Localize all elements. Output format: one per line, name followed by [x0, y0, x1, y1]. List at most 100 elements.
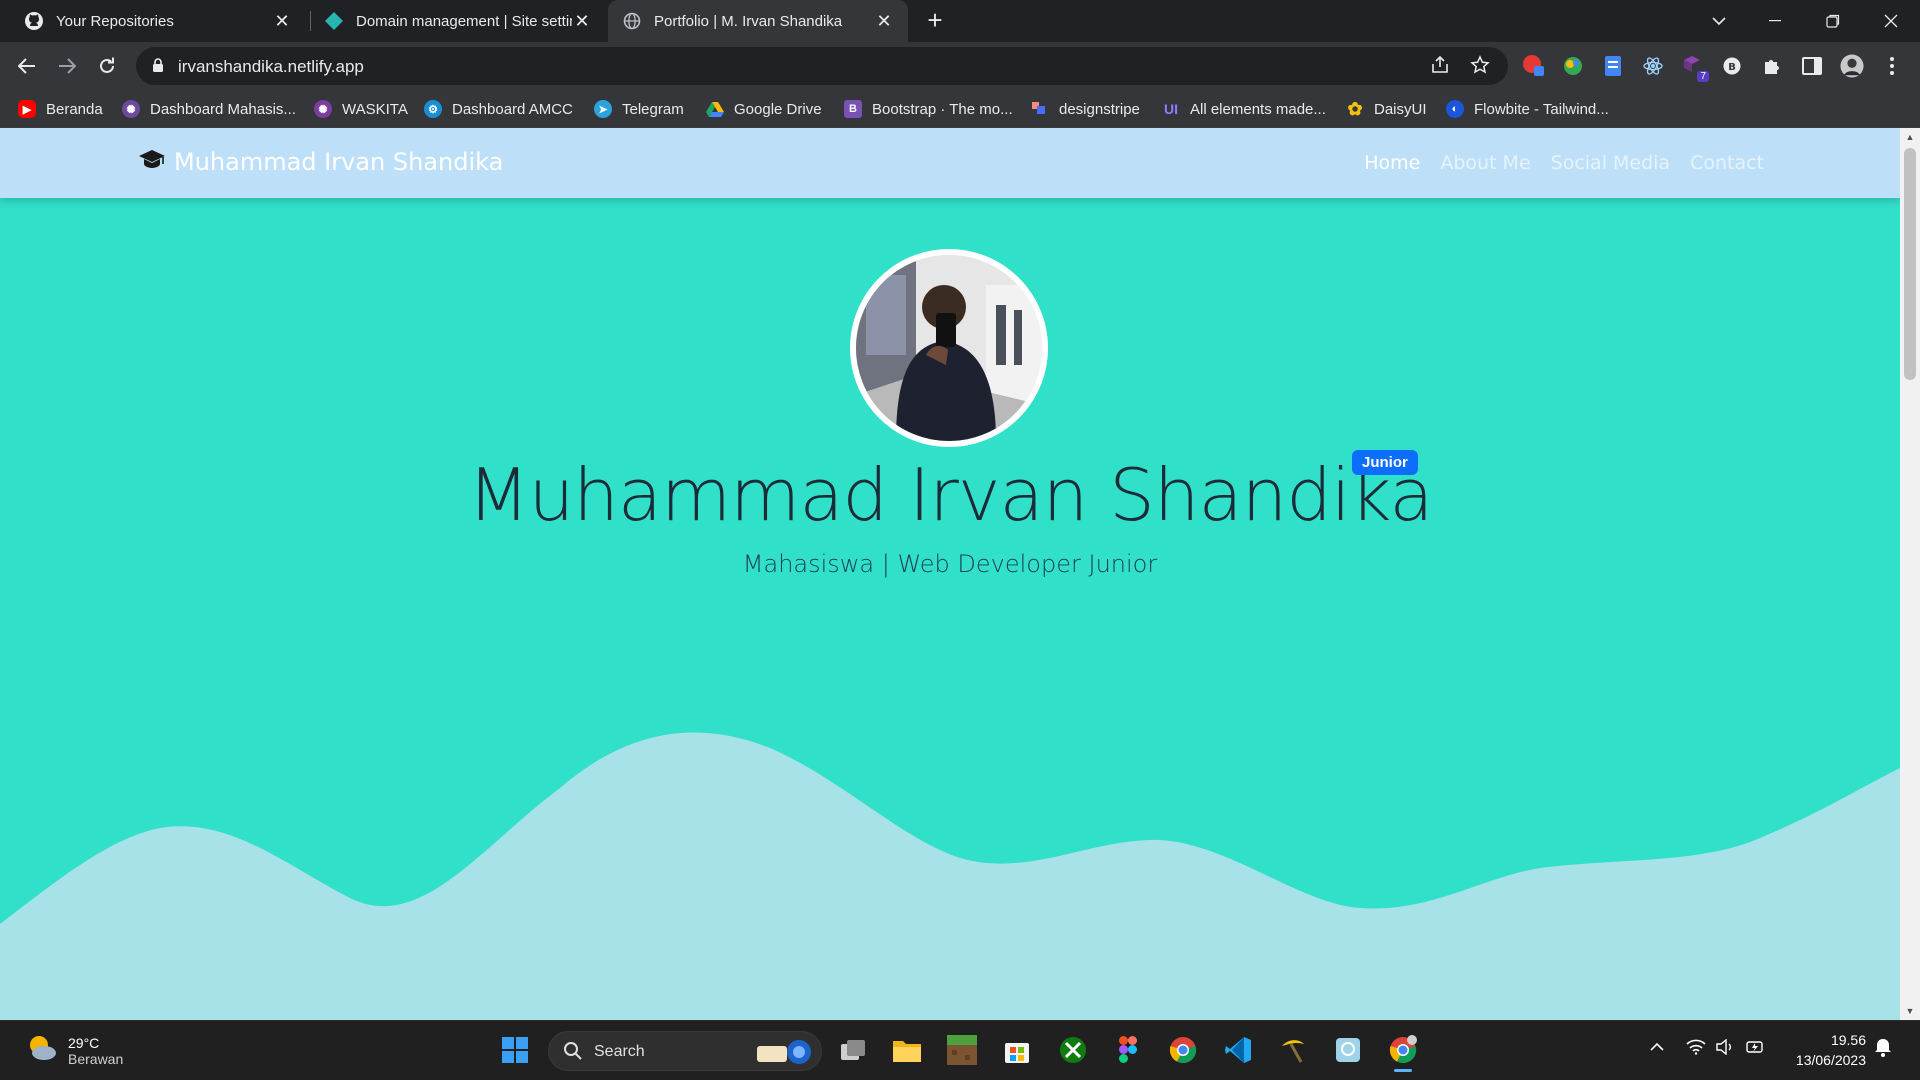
tab-search-chevron-icon[interactable] — [1690, 0, 1748, 42]
nav-link-social-media[interactable]: Social Media — [1551, 152, 1670, 174]
graduation-cap-icon — [138, 148, 166, 176]
tab-portfolio[interactable]: Portfolio | M. Irvan Shandika ✕ — [608, 0, 908, 42]
file-explorer-icon[interactable] — [892, 1035, 922, 1065]
bookmark-label: Flowbite - Tailwind... — [1474, 100, 1609, 118]
clock-time: 19.56 — [1830, 1032, 1866, 1048]
battery-charging-icon[interactable] — [1746, 1039, 1766, 1059]
tab-title: Domain management | Site settings — [356, 12, 572, 30]
new-tab-button[interactable]: + — [922, 7, 948, 34]
bookmark-label: All elements made... — [1190, 100, 1326, 118]
profile-photo — [856, 255, 1042, 441]
bookmark-star-icon[interactable] — [1470, 55, 1492, 77]
docs-extension-icon[interactable] — [1601, 54, 1625, 78]
uiverse-icon: UI — [1164, 101, 1178, 117]
wifi-icon[interactable] — [1686, 1039, 1706, 1059]
side-panel-icon[interactable] — [1800, 54, 1824, 78]
system-clock[interactable]: 19.56 13/06/2023 — [1776, 1030, 1866, 1070]
bookmark-label: Google Drive — [734, 100, 822, 118]
chevron-up-icon[interactable] — [1650, 1039, 1664, 1056]
close-window-button[interactable] — [1862, 0, 1920, 42]
bookmark-beranda[interactable]: ▶ Beranda — [18, 98, 103, 120]
close-icon[interactable]: ✕ — [572, 11, 592, 31]
lock-icon — [152, 58, 164, 78]
circle-extension-icon[interactable]: B — [1720, 54, 1744, 78]
nav-link-contact[interactable]: Contact — [1690, 152, 1764, 174]
bookmark-flowbite[interactable]: ◐ Flowbite - Tailwind... — [1446, 98, 1609, 120]
taskbar-search-box[interactable]: Search — [548, 1031, 822, 1071]
bookmark-label: Dashboard Mahasis... — [150, 100, 296, 118]
bookmark-uiverse[interactable]: UI All elements made... — [1162, 98, 1326, 120]
tab-title: Portfolio | M. Irvan Shandika — [654, 12, 843, 30]
profile-avatar[interactable] — [1840, 54, 1864, 78]
forward-button[interactable] — [51, 50, 83, 82]
site-navbar: Muhammad Irvan Shandika Home About Me So… — [0, 128, 1900, 198]
minimize-button[interactable] — [1746, 0, 1804, 42]
bookmark-waskita[interactable]: ✺ WASKITA — [314, 98, 408, 120]
restore-button[interactable] — [1804, 0, 1862, 42]
scrollbar-thumb[interactable] — [1904, 148, 1916, 380]
bookmark-designstripe[interactable]: designstripe — [1031, 98, 1140, 120]
search-icon — [563, 1041, 583, 1066]
junior-badge: Junior — [1352, 450, 1418, 475]
chrome-icon[interactable] — [1168, 1035, 1198, 1065]
figma-icon[interactable] — [1113, 1035, 1143, 1065]
nav-link-about-me[interactable]: About Me — [1440, 152, 1530, 174]
back-button[interactable] — [11, 50, 43, 82]
bookmark-daisyui[interactable]: ✿ DaisyUI — [1346, 98, 1427, 120]
scroll-up-arrow-icon[interactable]: ▲ — [1900, 128, 1920, 146]
netlify-icon — [324, 11, 344, 31]
vscode-icon[interactable] — [1223, 1035, 1253, 1065]
notification-bell-icon[interactable] — [1874, 1037, 1892, 1061]
minecraft-icon[interactable] — [947, 1035, 977, 1065]
microsoft-store-icon[interactable] — [1002, 1035, 1032, 1065]
chrome-active-icon[interactable] — [1388, 1035, 1418, 1072]
browser-toolbar: irvanshandika.netlify.app 7 B — [0, 42, 1920, 90]
bookmark-bootstrap[interactable]: B Bootstrap · The mo... — [844, 98, 1013, 120]
extension-badge-icon[interactable]: 7 — [1681, 54, 1709, 82]
hero-subtitle: Mahasiswa | Web Developer Junior — [742, 550, 1158, 578]
bookmark-label: Beranda — [46, 100, 103, 118]
generic-app-icon[interactable] — [1333, 1035, 1363, 1065]
close-icon[interactable]: ✕ — [874, 11, 894, 31]
bookmark-label: DaisyUI — [1374, 100, 1427, 118]
bootstrap-icon: B — [844, 100, 862, 118]
scroll-down-arrow-icon[interactable]: ▼ — [1900, 1002, 1920, 1020]
search-label: Search — [594, 1043, 645, 1060]
globe-icon — [622, 11, 642, 31]
weather-temperature: 29°C — [68, 1034, 100, 1051]
tab-domain-management[interactable]: Domain management | Site settings ✕ — [312, 0, 604, 42]
hero-name: Muhammad Irvan Shandika — [467, 453, 1434, 537]
windows-start-icon[interactable] — [500, 1035, 530, 1065]
bookmarks-bar: ▶ Beranda ✺ Dashboard Mahasis... ✺ WASKI… — [0, 90, 1920, 128]
address-bar[interactable]: irvanshandika.netlify.app — [136, 47, 1508, 85]
bookmark-label: Bootstrap · The mo... — [872, 100, 1013, 118]
xbox-icon[interactable] — [1058, 1035, 1088, 1065]
daisyui-icon: ✿ — [1347, 98, 1363, 119]
site-brand[interactable]: Muhammad Irvan Shandika — [138, 148, 503, 176]
page-scrollbar[interactable]: ▲ ▼ — [1900, 128, 1920, 1020]
designstripe-icon — [1031, 100, 1049, 118]
react-devtools-icon[interactable] — [1641, 54, 1665, 78]
volume-icon[interactable] — [1716, 1038, 1736, 1059]
url-text: irvanshandika.netlify.app — [178, 57, 364, 76]
amikom-icon: ✺ — [122, 100, 140, 118]
bookmark-google-drive[interactable]: Google Drive — [706, 98, 822, 120]
pickaxe-app-icon[interactable] — [1278, 1035, 1308, 1065]
share-icon[interactable] — [1430, 55, 1452, 77]
bookmark-dashboard-amcc[interactable]: ⚙ Dashboard AMCC — [424, 98, 573, 120]
tab-strip: Your Repositories ✕ Domain management | … — [0, 0, 1920, 42]
bookmark-telegram[interactable]: ➤ Telegram — [594, 98, 684, 120]
tab-title: Your Repositories — [56, 12, 174, 30]
task-view-icon[interactable] — [838, 1035, 868, 1065]
menu-kebab-icon[interactable] — [1880, 54, 1904, 78]
color-extension-icon[interactable] — [1561, 54, 1585, 78]
close-icon[interactable]: ✕ — [272, 11, 292, 31]
tab-your-repositories[interactable]: Your Repositories ✕ — [12, 0, 304, 42]
nav-link-home[interactable]: Home — [1364, 152, 1420, 174]
bookmark-label: designstripe — [1059, 100, 1140, 118]
weather-widget[interactable]: 29°C Berawan — [26, 1033, 123, 1068]
bookmark-dashboard-mahasiswa[interactable]: ✺ Dashboard Mahasis... — [122, 98, 296, 120]
adblock-extension-icon[interactable] — [1522, 54, 1546, 78]
extensions-puzzle-icon[interactable] — [1760, 54, 1784, 78]
reload-button[interactable] — [91, 50, 123, 82]
